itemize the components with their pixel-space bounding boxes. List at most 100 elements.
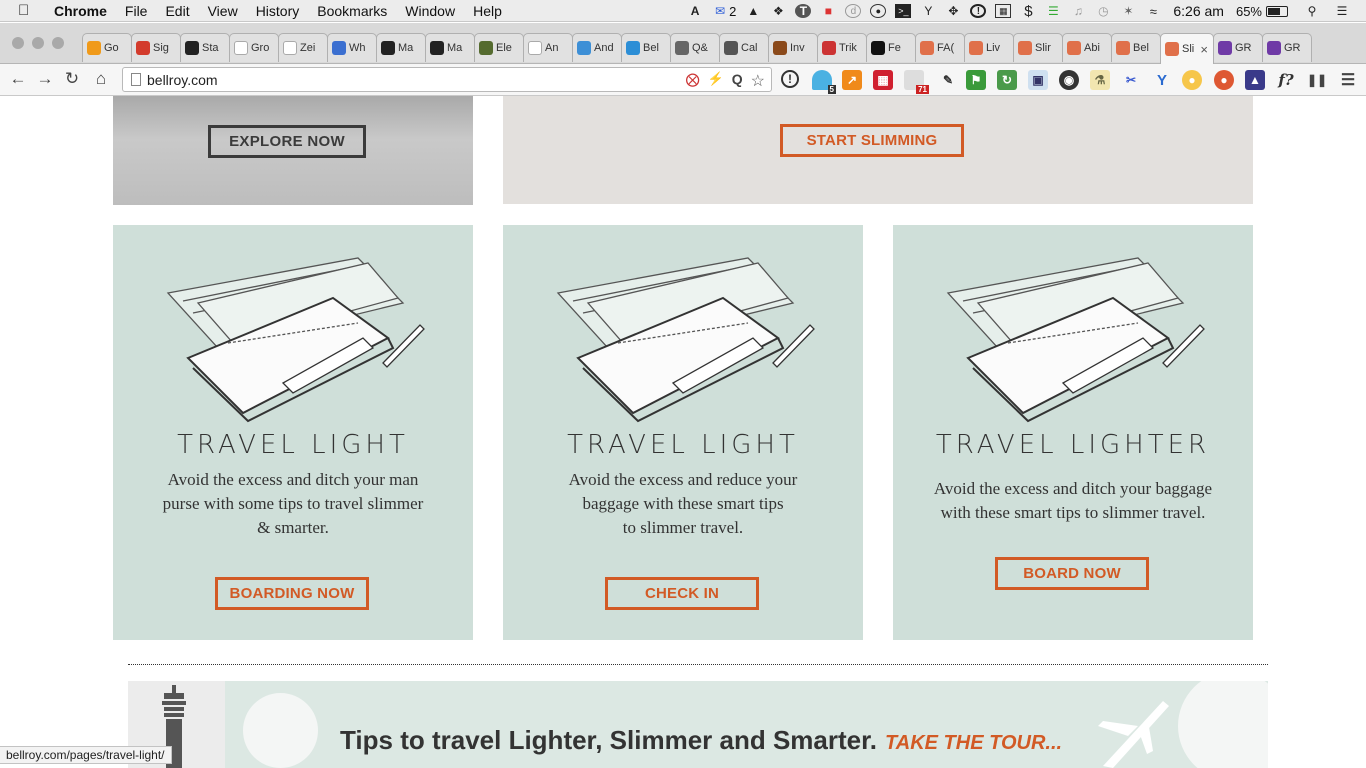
- menu-help[interactable]: Help: [473, 3, 502, 19]
- address-bar[interactable]: bellroy.com ⨂ ⚡ Q ☆: [122, 67, 772, 92]
- dollar-icon[interactable]: $: [1020, 3, 1036, 20]
- image-ext-icon[interactable]: ▲: [1245, 70, 1265, 90]
- adobe-icon[interactable]: A: [687, 4, 703, 18]
- drive-icon[interactable]: ▲: [745, 4, 761, 18]
- travel-tips-banner[interactable]: Tips to travel Lighter, Slimmer and Smar…: [128, 681, 1268, 768]
- start-slimming-button[interactable]: START SLIMMING: [780, 124, 964, 157]
- dropbox-icon[interactable]: ❖: [770, 4, 786, 18]
- notification-center-icon[interactable]: ☰: [1334, 4, 1350, 18]
- banner-headline: Tips to travel Lighter, Slimmer and Smar…: [340, 725, 1062, 756]
- menu-clock[interactable]: 6:26 am: [1173, 3, 1224, 19]
- terminal-icon[interactable]: >_: [895, 4, 912, 18]
- window-close-button[interactable]: [12, 37, 24, 49]
- apple-menu-icon[interactable]: : [18, 2, 40, 19]
- browser-tab[interactable]: FA(: [915, 33, 965, 62]
- menu-bookmarks[interactable]: Bookmarks: [317, 3, 387, 19]
- evernote-icon[interactable]: ⚑: [966, 70, 986, 90]
- board-now-button[interactable]: BOARD NOW: [995, 557, 1149, 590]
- browser-tab[interactable]: Q&: [670, 33, 720, 62]
- menu-file[interactable]: File: [125, 3, 148, 19]
- menu-edit[interactable]: Edit: [165, 3, 189, 19]
- wifi-icon[interactable]: ≈: [1145, 4, 1161, 19]
- info-circle-icon[interactable]: !: [970, 4, 987, 18]
- browser-tab[interactable]: Cal: [719, 33, 769, 62]
- calendar-ext-icon[interactable]: 71: [904, 70, 929, 94]
- browser-tab[interactable]: Bel: [1111, 33, 1161, 62]
- browser-tab[interactable]: Sig: [131, 33, 181, 62]
- reload-button[interactable]: ↻: [62, 69, 82, 89]
- t-logo-icon[interactable]: T: [795, 4, 812, 18]
- menu-view[interactable]: View: [208, 3, 238, 19]
- honey-icon[interactable]: ●: [1182, 70, 1202, 90]
- take-the-tour-link[interactable]: TAKE THE TOUR...: [885, 732, 1062, 754]
- browser-tab[interactable]: Inv: [768, 33, 818, 62]
- sidebar-toggle-icon[interactable]: ❚❚: [1307, 70, 1327, 90]
- y-logo-icon[interactable]: Y: [1152, 70, 1172, 90]
- duckduckgo-icon[interactable]: ●: [1214, 70, 1234, 90]
- mail-icon[interactable]: ✉: [712, 4, 728, 18]
- eyedropper-icon[interactable]: ✎: [938, 70, 958, 90]
- browser-tab[interactable]: Ma: [376, 33, 426, 62]
- close-tab-icon[interactable]: ×: [1200, 42, 1208, 57]
- bookmark-star-icon[interactable]: ☆: [751, 71, 765, 91]
- address-url[interactable]: bellroy.com: [147, 72, 218, 88]
- browser-tab[interactable]: GR: [1262, 33, 1312, 62]
- color-wheel-icon[interactable]: ◉: [1059, 70, 1079, 90]
- browser-tab[interactable]: Ma: [425, 33, 475, 62]
- bell-icon[interactable]: ♫: [1070, 4, 1086, 18]
- bluetooth-icon[interactable]: ✶: [1120, 4, 1136, 18]
- check-in-button[interactable]: CHECK IN: [605, 577, 759, 610]
- browser-tab[interactable]: Gro: [229, 33, 279, 62]
- github-icon: [381, 41, 395, 55]
- browser-tab[interactable]: Go: [82, 33, 132, 62]
- onepassword-icon[interactable]: !: [781, 70, 799, 88]
- browser-tab[interactable]: Sli ×: [1160, 33, 1214, 64]
- forward-button[interactable]: →: [35, 69, 55, 89]
- browser-tab[interactable]: And: [572, 33, 622, 62]
- browser-tab[interactable]: Bel: [621, 33, 671, 62]
- block-icon[interactable]: ⨂: [686, 71, 700, 91]
- boarding-now-button[interactable]: BOARDING NOW: [215, 577, 369, 610]
- grid-icon[interactable]: ▦: [873, 70, 893, 90]
- scissors-icon[interactable]: ✂: [1121, 70, 1141, 90]
- lightning-icon[interactable]: ⚡: [708, 71, 724, 91]
- home-button[interactable]: ⌂: [91, 69, 111, 89]
- menu-app-name[interactable]: Chrome: [54, 3, 107, 19]
- menu-history[interactable]: History: [256, 3, 300, 19]
- time-machine-icon[interactable]: ◷: [1095, 4, 1111, 18]
- browser-tab[interactable]: Liv: [964, 33, 1014, 62]
- move-icon[interactable]: ✥: [945, 4, 961, 18]
- red-app-icon[interactable]: ■: [820, 4, 836, 18]
- q-icon[interactable]: Q: [732, 71, 743, 91]
- spotlight-search-icon[interactable]: ⚲: [1304, 4, 1320, 18]
- flag-icon[interactable]: ☰: [1045, 4, 1061, 18]
- chrome-menu-icon[interactable]: ☰: [1338, 70, 1358, 90]
- window-zoom-button[interactable]: [52, 37, 64, 49]
- window-minimize-button[interactable]: [32, 37, 44, 49]
- browser-tab[interactable]: Ele: [474, 33, 524, 62]
- browser-tab[interactable]: Wh: [327, 33, 377, 62]
- browser-tab[interactable]: GR: [1213, 33, 1263, 62]
- back-button[interactable]: ←: [8, 69, 28, 89]
- browser-tab[interactable]: Sta: [180, 33, 230, 62]
- explore-now-button[interactable]: EXPLORE NOW: [208, 125, 366, 158]
- menu-window[interactable]: Window: [405, 3, 455, 19]
- fork-icon[interactable]: Y: [920, 4, 936, 18]
- ghostery-icon[interactable]: 5: [812, 70, 836, 94]
- flask-icon[interactable]: ⚗: [1090, 70, 1110, 90]
- browser-tab[interactable]: Abi: [1062, 33, 1112, 62]
- battery-percent[interactable]: 65%: [1236, 4, 1262, 19]
- analytics-icon[interactable]: ↗: [842, 70, 862, 90]
- screen-icon[interactable]: ▦: [995, 4, 1012, 18]
- browser-tab[interactable]: Slir: [1013, 33, 1063, 62]
- function-icon[interactable]: f?: [1276, 70, 1296, 90]
- battery-icon[interactable]: [1266, 5, 1288, 17]
- alert-circle-icon[interactable]: ●: [870, 4, 887, 18]
- d-circle-icon[interactable]: d: [845, 4, 862, 18]
- window-ext-icon[interactable]: ▣: [1028, 70, 1048, 90]
- browser-tab[interactable]: Zei: [278, 33, 328, 62]
- browser-tab[interactable]: Fe: [866, 33, 916, 62]
- browser-tab[interactable]: Trik: [817, 33, 867, 62]
- refresh-ext-icon[interactable]: ↻: [997, 70, 1017, 90]
- browser-tab[interactable]: An: [523, 33, 573, 62]
